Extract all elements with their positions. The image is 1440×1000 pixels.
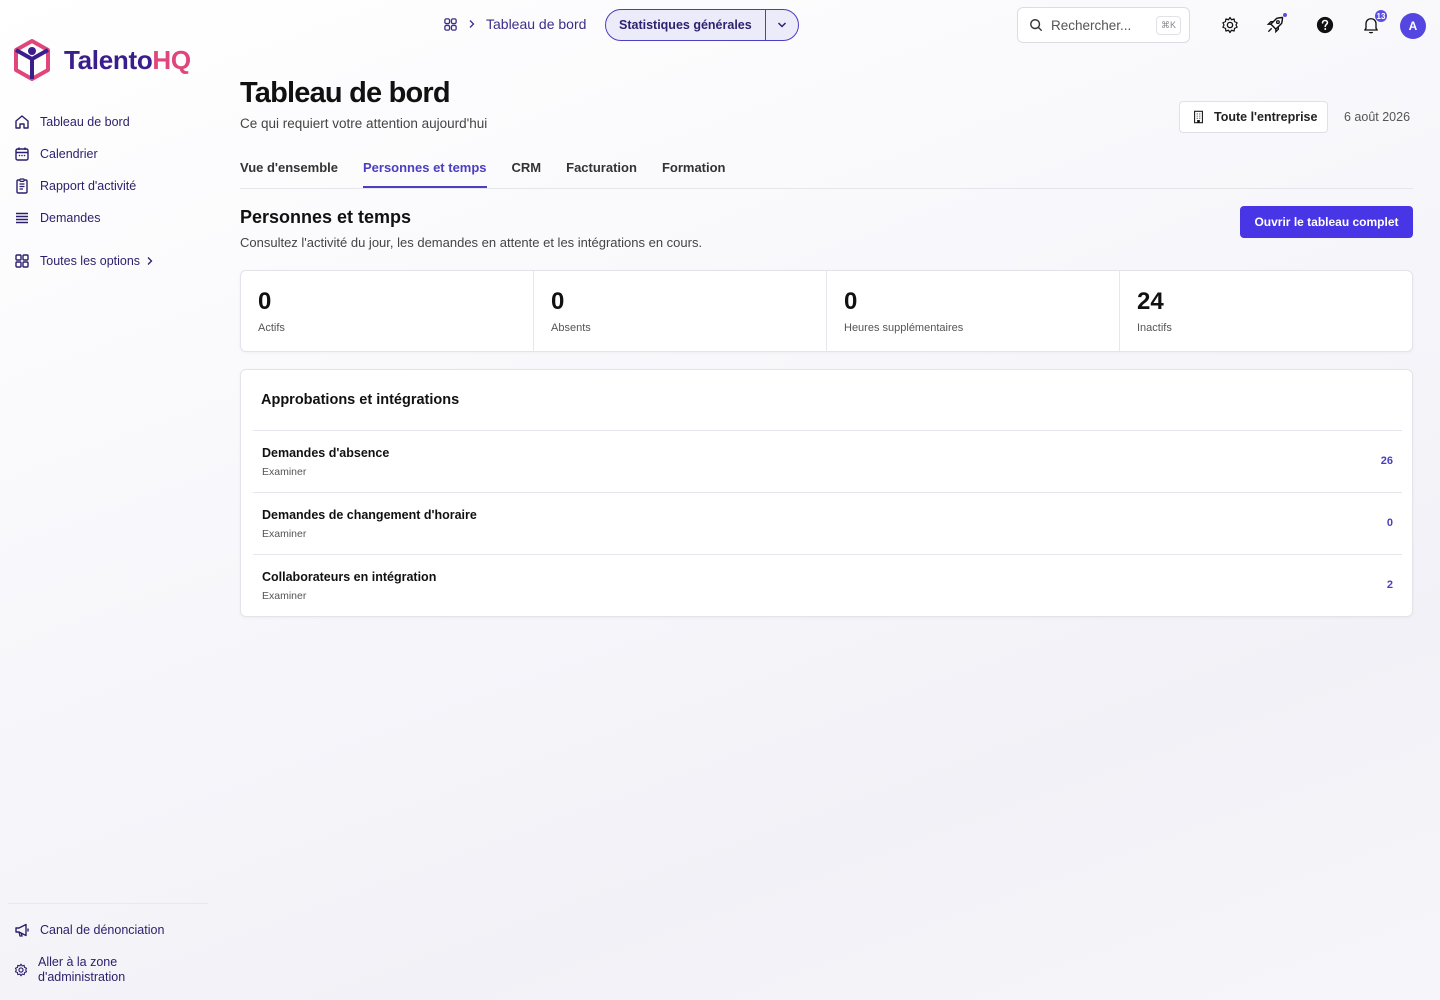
settings-button[interactable] [1218,13,1242,37]
row-title: Demandes de changement d'horaire [262,508,477,522]
scope-label: Toute l'entreprise [1214,110,1318,124]
tab-overview[interactable]: Vue d'ensemble [240,150,338,188]
approval-row-absence[interactable]: Demandes d'absence Examiner 26 [253,430,1402,492]
tab-crm[interactable]: CRM [512,150,542,188]
current-date: 6 août 2026 [1344,110,1411,124]
stat-label: Absents [551,322,591,334]
row-title: Demandes d'absence [262,446,390,460]
row-action[interactable]: Examiner [262,528,306,540]
search-placeholder: Rechercher... [1051,17,1132,33]
gear-icon [1222,16,1238,34]
breadcrumb: Tableau de bord [443,16,586,32]
approvals-list: Demandes d'absence Examiner 26 Demandes … [253,430,1402,616]
home-icon [15,115,29,129]
help-icon [1316,16,1334,34]
approval-row-onboarding[interactable]: Collaborateurs en intégration Examiner 2 [253,554,1402,616]
breadcrumb-current[interactable]: Tableau de bord [486,16,586,32]
open-full-dashboard-button[interactable]: Ouvrir le tableau complet [1240,206,1413,238]
topbar: Tableau de bord Statistiques générales R… [0,0,1440,50]
notification-count-badge: 13 [1375,10,1387,22]
rocket-icon [1266,16,1284,34]
page-subtitle: Ce qui requiert votre attention aujourd'… [240,116,488,131]
row-action[interactable]: Examiner [262,590,306,602]
row-title: Collaborateurs en intégration [262,570,437,584]
sidebar-item-report[interactable]: Rapport d'activité [14,170,154,202]
stat-value: 0 [258,288,272,315]
section-subtitle: Consultez l'activité du jour, les demand… [240,235,703,250]
view-select: Statistiques générales [605,9,799,41]
stat-label: Inactifs [1137,322,1172,334]
building-icon [1193,110,1204,124]
sidebar-item-label: Canal de dénonciation [40,923,165,937]
section-title: Personnes et temps [240,207,412,227]
page-title: Tableau de bord [240,77,451,109]
approval-row-schedule-change[interactable]: Demandes de changement d'horaire Examine… [253,492,1402,554]
approvals-title: Approbations et intégrations [261,392,460,408]
stat-value: 0 [551,288,565,315]
stat-overtime[interactable]: 0 Heures supplémentaires [827,271,1120,351]
row-count: 26 [1380,455,1393,467]
sidebar-item-admin[interactable]: Aller à la zone d'administration [14,950,164,990]
view-select-button[interactable]: Statistiques générales [606,10,765,40]
search-input[interactable]: Rechercher... ⌘K [1017,7,1190,43]
sidebar: TalentoHQ Tableau de bord Calendrier Rap… [0,0,212,1000]
stat-active[interactable]: 0 Actifs [241,271,534,351]
approvals-card: Approbations et intégrations Demandes d'… [240,369,1413,617]
row-count: 2 [1386,579,1393,591]
update-dot [1283,13,1287,17]
grid-icon [15,254,29,268]
view-select-dropdown[interactable] [764,10,798,40]
sidebar-bottom-nav: Canal de dénonciation Aller à la zone d'… [14,914,164,990]
sidebar-item-label: Calendrier [40,147,98,161]
grid-icon[interactable] [443,17,458,32]
gear-icon [14,963,28,977]
sidebar-item-label: Aller à la zone d'administration [38,955,126,984]
avatar[interactable]: A [1400,13,1426,39]
chevron-right-icon [147,257,153,265]
list-icon [16,212,28,224]
help-button[interactable] [1313,13,1337,37]
row-count: 0 [1386,517,1393,529]
sidebar-item-all-options[interactable]: Toutes les options [14,245,154,277]
search-icon [1030,19,1043,32]
sidebar-item-label: Toutes les options [40,254,141,268]
dashboard-tabs: Vue d'ensemble Personnes et temps CRM Fa… [240,150,1413,189]
launch-button[interactable] [1263,13,1287,37]
sidebar-item-label: Tableau de bord [40,115,130,129]
calendar-icon [15,147,29,161]
chevron-down-icon [777,22,786,28]
sidebar-item-label: Demandes [40,211,101,225]
tab-billing[interactable]: Facturation [566,150,637,188]
sidebar-item-requests[interactable]: Demandes [14,202,154,234]
stat-label: Heures supplémentaires [844,322,964,334]
scope-button[interactable]: Toute l'entreprise [1179,101,1328,133]
stats-strip: 0 Actifs 0 Absents 0 Heures supplémentai… [240,270,1413,352]
sidebar-item-dashboard[interactable]: Tableau de bord [14,106,154,138]
sidebar-divider [8,903,208,904]
sidebar-item-whistleblowing[interactable]: Canal de dénonciation [14,914,164,946]
stat-inactive[interactable]: 24 Inactifs [1120,271,1412,351]
stat-absent[interactable]: 0 Absents [534,271,827,351]
stat-label: Actifs [258,322,285,334]
sidebar-nav: Tableau de bord Calendrier Rapport d'act… [14,106,154,277]
sidebar-item-calendar[interactable]: Calendrier [14,138,154,170]
sidebar-item-label: Rapport d'activité [40,179,137,193]
tab-training[interactable]: Formation [662,150,726,188]
search-shortcut: ⌘K [1155,15,1181,35]
stat-value: 24 [1137,288,1164,315]
stat-value: 0 [844,288,858,315]
megaphone-icon [15,923,29,937]
report-icon [16,178,28,194]
tab-people-time[interactable]: Personnes et temps [362,150,487,188]
row-action[interactable]: Examiner [262,466,306,478]
chevron-right-icon [469,20,475,28]
